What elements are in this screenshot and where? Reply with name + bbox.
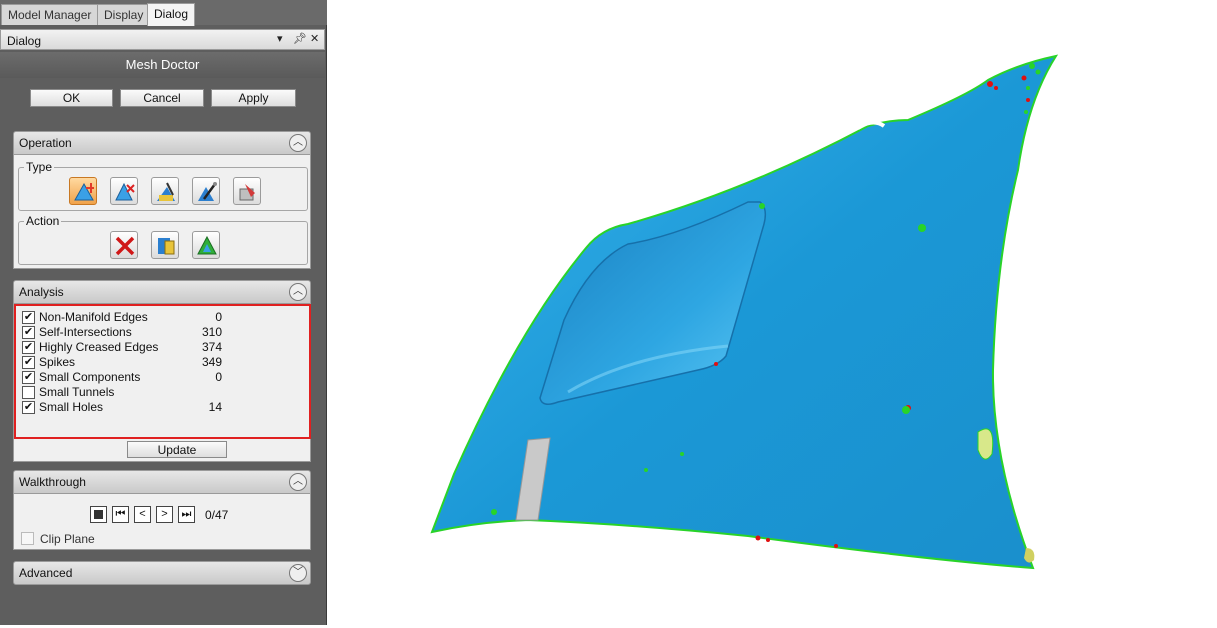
advanced-title: Advanced	[19, 566, 73, 580]
analysis-row[interactable]: ✔ Non-Manifold Edges 0	[22, 310, 302, 325]
fill-holes-icon[interactable]	[151, 231, 179, 259]
analysis-row[interactable]: ✔ Small Components 0	[22, 370, 302, 385]
analysis-count: 0	[215, 370, 222, 384]
analysis-count: 310	[201, 325, 222, 339]
chevron-up-icon[interactable]: ︿	[289, 134, 307, 152]
cancel-button[interactable]: Cancel	[120, 89, 204, 107]
tab-display[interactable]: Display	[97, 4, 151, 25]
operation-section-body: Type Action	[13, 155, 311, 269]
analysis-count: 0	[215, 310, 222, 324]
analysis-checkbox[interactable]: ✔	[22, 326, 35, 339]
analysis-title: Analysis	[19, 285, 64, 299]
auto-repair-icon[interactable]	[69, 177, 97, 205]
walkthrough-title: Walkthrough	[19, 475, 86, 489]
analysis-label: Small Components	[39, 370, 141, 384]
analysis-label: Self-Intersections	[39, 325, 132, 339]
operation-section-header[interactable]: Operation ︿	[13, 131, 311, 155]
analysis-label: Spikes	[39, 355, 76, 369]
advanced-section-header[interactable]: Advanced ﹀	[13, 561, 311, 585]
last-icon[interactable]: ⏭︎	[178, 506, 195, 523]
mesh-doctor-title: Mesh Doctor	[0, 52, 325, 78]
analysis-row[interactable]: ✔ Self-Intersections 310	[22, 325, 302, 340]
apply-button[interactable]: Apply	[211, 89, 296, 107]
chevron-down-icon[interactable]: ﹀	[289, 564, 307, 582]
close-icon[interactable]: ✕	[310, 32, 319, 45]
analysis-checkbox[interactable]: ✔	[22, 401, 35, 414]
smooth-brush-icon[interactable]	[151, 177, 179, 205]
refine-icon[interactable]	[192, 231, 220, 259]
analysis-checkbox[interactable]: ✔	[22, 311, 35, 324]
delete-selection-icon[interactable]	[110, 177, 138, 205]
3d-viewport[interactable]	[328, 0, 1217, 625]
dialog-panel: Model Manager Display Dialog Dialog ▾ 📌︎…	[0, 0, 327, 625]
next-icon[interactable]: >	[156, 506, 173, 523]
fill-icon[interactable]	[233, 177, 261, 205]
first-icon[interactable]: ⏮︎	[112, 506, 129, 523]
analysis-section-body: ✔ Non-Manifold Edges 0 ✔ Self-Intersections 3…	[13, 304, 311, 462]
operation-title: Operation	[19, 136, 72, 150]
analysis-checkbox[interactable]: ✔	[22, 356, 35, 369]
dialog-title: Dialog	[7, 34, 42, 48]
analysis-label: Small Tunnels	[39, 385, 115, 399]
analysis-checkbox[interactable]: ✔	[22, 371, 35, 384]
action-group: Action	[18, 214, 308, 265]
delete-icon[interactable]	[110, 231, 138, 259]
analysis-label: Non-Manifold Edges	[39, 310, 148, 324]
analysis-label: Highly Creased Edges	[39, 340, 159, 354]
tab-dialog[interactable]: Dialog	[147, 3, 196, 26]
panel-tabs: Model Manager Display Dialog	[0, 0, 327, 26]
clip-plane-checkbox[interactable]	[21, 532, 34, 545]
analysis-count: 374	[201, 340, 222, 354]
analysis-checkbox[interactable]: ✔	[22, 341, 35, 354]
action-label: Action	[24, 214, 62, 228]
ok-button[interactable]: OK	[30, 89, 113, 107]
analysis-section-header[interactable]: Analysis ︿	[13, 280, 311, 304]
tab-model-manager[interactable]: Model Manager	[1, 4, 99, 25]
type-group: Type	[18, 160, 308, 211]
analysis-count: 14	[208, 400, 222, 414]
mesh-model[interactable]	[328, 0, 1217, 625]
dropdown-arrow-icon[interactable]: ▾	[277, 32, 283, 45]
type-label: Type	[24, 160, 55, 174]
analysis-count: 349	[201, 355, 222, 369]
update-button[interactable]: Update	[127, 441, 227, 458]
clip-plane-label: Clip Plane	[40, 532, 95, 546]
analysis-checkbox[interactable]	[22, 386, 35, 399]
defeature-brush-icon[interactable]	[192, 177, 220, 205]
analysis-row[interactable]: ✔ Small Holes 14	[22, 400, 302, 415]
walkthrough-counter: 0/47	[205, 508, 229, 522]
stop-icon[interactable]	[90, 506, 107, 523]
walkthrough-section-header[interactable]: Walkthrough ︿	[13, 470, 311, 494]
analysis-highlight-box: ✔ Non-Manifold Edges 0 ✔ Self-Intersections 3…	[14, 304, 311, 439]
pin-icon[interactable]: 📌︎	[293, 32, 307, 45]
analysis-row[interactable]: ✔ Spikes 349	[22, 355, 302, 370]
analysis-row[interactable]: Small Tunnels	[22, 385, 302, 400]
analysis-row[interactable]: ✔ Highly Creased Edges 374	[22, 340, 302, 355]
analysis-label: Small Holes	[39, 400, 104, 414]
chevron-up-icon[interactable]: ︿	[289, 473, 307, 491]
hole-patch	[977, 428, 994, 460]
chevron-up-icon[interactable]: ︿	[289, 283, 307, 301]
dialog-titlebar: Dialog ▾ 📌︎ ✕	[0, 29, 325, 50]
previous-icon[interactable]: <	[134, 506, 151, 523]
